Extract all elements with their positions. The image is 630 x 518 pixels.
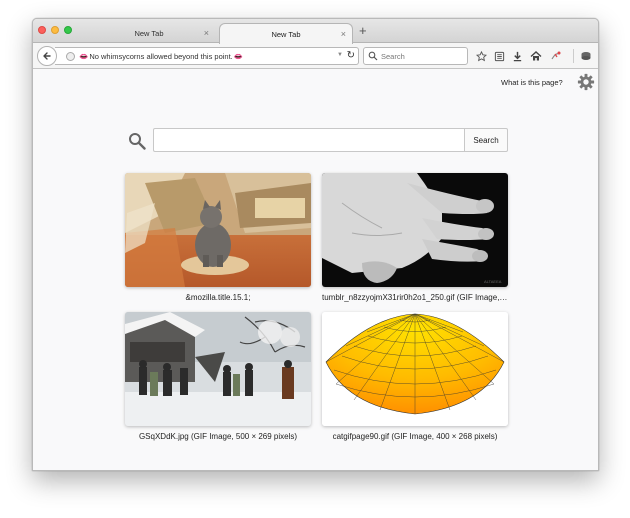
hand-image: ALTAEEA xyxy=(322,173,508,287)
top-site-tile[interactable]: ALTAEEA tumblr_n8zzyojmX31rir0h2o1_250.g… xyxy=(322,173,508,302)
cat-image xyxy=(125,173,311,287)
navigation-toolbar: 👄No whimsycorns allowed beyond this poin… xyxy=(33,43,598,69)
tab-new-tab-2[interactable]: New Tab × xyxy=(219,23,353,44)
tile-thumbnail-snow-scene[interactable] xyxy=(125,312,311,426)
top-site-tile[interactable]: catgifpage90.gif (GIF Image, 400 × 268 p… xyxy=(322,312,508,441)
tile-thumbnail-dome[interactable] xyxy=(322,312,508,426)
tile-title: GSqXDdK.jpg (GIF Image, 500 × 269 pixels… xyxy=(138,432,298,441)
watermark-text: ALTAEEA xyxy=(484,279,502,284)
menu-icon[interactable] xyxy=(579,49,593,63)
url-message: No whimsycorns allowed beyond this point… xyxy=(89,51,233,61)
zoom-window-button[interactable] xyxy=(64,26,72,34)
star-icon[interactable] xyxy=(474,49,488,63)
minimize-window-button[interactable] xyxy=(51,26,59,34)
url-text[interactable]: 👄No whimsycorns allowed beyond this poin… xyxy=(78,52,244,61)
search-icon xyxy=(129,133,146,150)
snow-scene-image xyxy=(125,312,311,426)
close-window-button[interactable] xyxy=(38,26,46,34)
reload-icon[interactable]: ↻ xyxy=(347,50,355,61)
search-button[interactable]: Search xyxy=(464,128,508,152)
top-site-tile[interactable]: &mozilla.title.15.1; xyxy=(125,173,311,302)
top-site-tile[interactable]: GSqXDdK.jpg (GIF Image, 500 × 269 pixels… xyxy=(125,312,311,441)
tab-close-icon[interactable]: × xyxy=(204,28,209,38)
tile-title: catgifpage90.gif (GIF Image, 400 × 268 p… xyxy=(332,432,498,441)
search-icon xyxy=(368,51,378,61)
tile-title: &mozilla.title.15.1; xyxy=(185,293,251,302)
tile-thumbnail-hand[interactable]: ALTAEEA xyxy=(322,173,508,287)
search-bar-placeholder: Search xyxy=(381,51,405,61)
tab-strip: New Tab × New Tab × + xyxy=(33,19,598,44)
url-emoji-end: 👄 xyxy=(233,51,244,61)
new-tab-page: What is this page? Search &mozilla.title… xyxy=(33,70,598,470)
back-button[interactable] xyxy=(37,46,57,66)
page-search-input[interactable] xyxy=(153,128,465,152)
gear-icon[interactable] xyxy=(577,73,595,91)
reading-list-icon[interactable] xyxy=(492,49,506,63)
search-bar[interactable]: Search xyxy=(363,47,468,65)
hello-icon[interactable] xyxy=(549,49,563,63)
screen: New Tab × New Tab × + 👄No whimsycorns al… xyxy=(0,0,630,518)
download-icon[interactable] xyxy=(510,49,524,63)
home-icon[interactable] xyxy=(529,49,543,63)
browser-window: New Tab × New Tab × + 👄No whimsycorns al… xyxy=(32,18,599,471)
tab-close-icon[interactable]: × xyxy=(341,29,346,39)
tab-label: New Tab xyxy=(134,28,164,38)
back-arrow-icon xyxy=(43,52,51,60)
tab-label: New Tab xyxy=(271,29,301,39)
what-is-this-page-link[interactable]: What is this page? xyxy=(501,78,563,87)
toolbar-separator xyxy=(573,49,574,63)
new-tab-button[interactable]: + xyxy=(359,24,367,38)
url-emoji-start: 👄 xyxy=(79,51,89,61)
site-identity-icon[interactable] xyxy=(66,51,75,61)
tile-title: tumblr_n8zzyojmX31rir0h2o1_250.gif (GIF … xyxy=(322,293,508,302)
url-history-dropdown-icon[interactable]: ▼ xyxy=(337,52,343,58)
tab-new-tab-1[interactable]: New Tab × xyxy=(83,23,215,43)
tile-thumbnail-cat[interactable] xyxy=(125,173,311,287)
dome-image xyxy=(322,312,508,426)
url-bar[interactable]: 👄No whimsycorns allowed beyond this poin… xyxy=(55,47,359,65)
